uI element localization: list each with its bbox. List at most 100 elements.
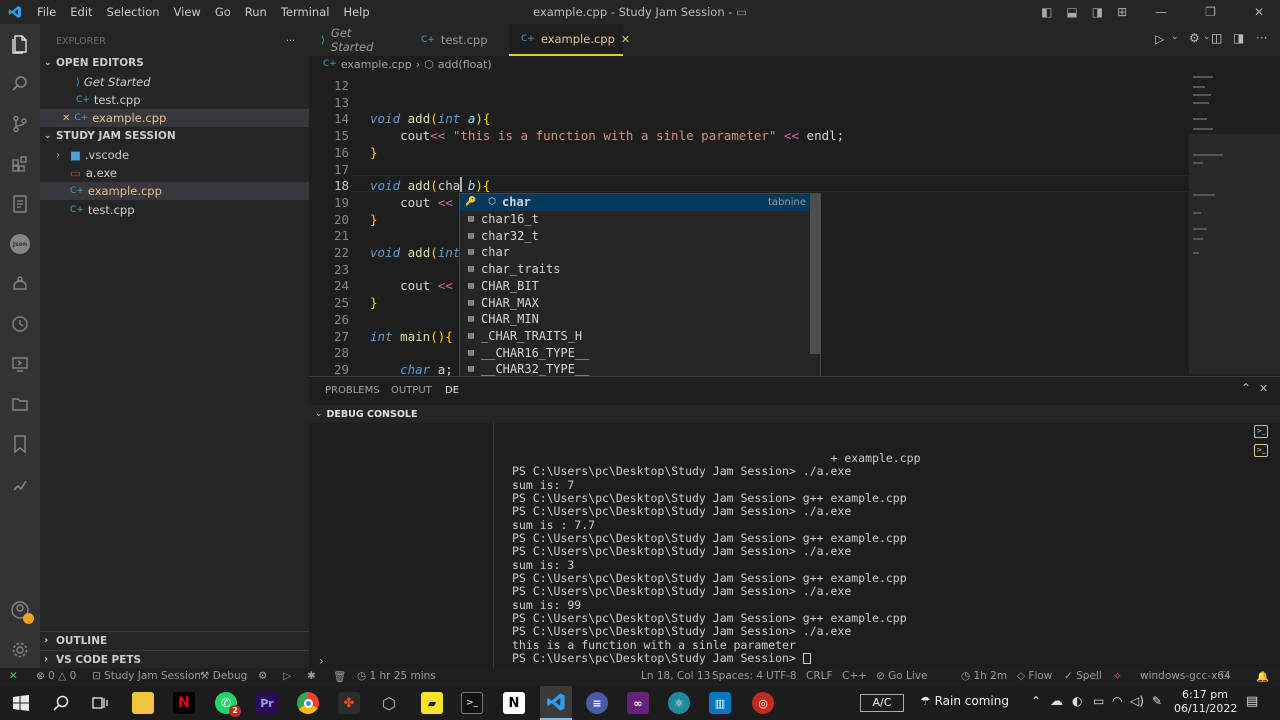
run-icon[interactable]: ▷ — [1155, 32, 1164, 46]
coding-time[interactable]: ◷ 1h 2m — [961, 670, 1007, 682]
open-editor-item[interactable]: ✕ C+ example.cpp — [40, 109, 309, 127]
cursor-position[interactable]: Ln 18, Col 13 — [641, 670, 710, 682]
whatsapp-icon[interactable]: ✆ 2 — [215, 692, 241, 717]
close-icon[interactable]: ✕ — [62, 113, 70, 124]
json-icon[interactable]: Json — [8, 232, 32, 256]
clock[interactable]: 6:17 pm 06/11/2022 — [1174, 688, 1237, 716]
extensions-icon[interactable] — [8, 152, 32, 176]
open-editor-item[interactable]: C+ test.cpp — [40, 91, 309, 109]
file-explorer-icon[interactable] — [132, 692, 154, 714]
chevron-right-icon[interactable]: › — [309, 654, 324, 668]
tab-problems[interactable]: PROBLEMS — [325, 385, 380, 396]
volume-icon[interactable]: ◁) — [1130, 694, 1144, 708]
virtualbox-icon[interactable]: ⚛ — [668, 692, 690, 714]
battery-icon[interactable]: ▭ — [1093, 694, 1104, 708]
trello-icon[interactable]: ▥ — [709, 692, 731, 714]
file-tree-item[interactable]: ▭ a.exe — [40, 164, 309, 182]
chevron-down-icon[interactable]: ⌄ — [1203, 32, 1211, 42]
suggest-item[interactable]: ▤ char16_t — [460, 211, 812, 228]
close-icon[interactable]: ✕ — [621, 33, 630, 46]
vscode-pets-header[interactable]: › VS CODE PETS — [40, 650, 309, 668]
chrome-icon[interactable] — [297, 692, 319, 714]
weather-widget[interactable]: ☂ Rain coming — [920, 694, 1009, 708]
more-actions-icon[interactable]: ··· — [1256, 31, 1267, 45]
debug-console-section-label[interactable]: DEBUG CONSOLE — [327, 409, 418, 420]
maximize-panel-icon[interactable]: ⌃ — [1241, 381, 1251, 395]
menu-help[interactable]: Help — [336, 5, 376, 19]
open-editors-header[interactable]: ⌄ OPEN EDITORS — [40, 54, 309, 72]
notebook-icon[interactable] — [8, 192, 32, 216]
minimap-slider[interactable] — [1189, 134, 1280, 374]
3d-viewer-icon[interactable]: ⬡ — [378, 692, 400, 714]
git-graph-icon[interactable] — [8, 472, 32, 496]
menu-edit[interactable]: Edit — [63, 5, 99, 19]
feedback-icon[interactable]: ⚇ — [1220, 670, 1229, 682]
terminal-active-icon[interactable]: >_ — [1254, 444, 1268, 457]
file-tree-item[interactable]: › ■ .vscode — [40, 146, 309, 164]
restore-button[interactable]: ❐ — [1205, 5, 1216, 19]
windows-start-icon[interactable] — [10, 692, 32, 714]
workspace-status[interactable]: ⊡ Study Jam Session — [92, 670, 201, 682]
chevron-up-icon[interactable]: ⌃ — [1031, 694, 1041, 708]
suggest-item[interactable]: ▤ CHAR_MIN — [460, 311, 812, 328]
split-editor-icon[interactable]: ◨ — [1233, 31, 1244, 45]
settings-gear-icon[interactable]: ⚙ — [1189, 31, 1200, 45]
netflix-icon[interactable]: N — [173, 692, 195, 714]
accounts-icon[interactable] — [8, 598, 34, 624]
customize-layout-icon[interactable]: ⊞ — [1117, 5, 1127, 19]
explorer-icon[interactable] — [8, 32, 32, 56]
language-mode[interactable]: C++ — [842, 670, 867, 682]
obs-icon[interactable]: ◎ — [752, 692, 774, 714]
tab-output[interactable]: OUTPUT — [391, 385, 432, 396]
notifications-bell-icon[interactable]: 🔔 — [1256, 670, 1269, 683]
go-live[interactable]: ⊘ Go Live — [876, 670, 927, 682]
terminal-powershell-icon[interactable]: >_ — [1254, 425, 1268, 438]
pen-icon[interactable]: ✎ — [1152, 694, 1162, 708]
terminal-output[interactable]: + example.cpp PS C:\Users\pc\Desktop\Stud… — [512, 451, 921, 666]
app-icon[interactable]: ≡ — [586, 692, 608, 714]
suggest-item[interactable]: ▤ __CHAR16_TYPE__ — [460, 344, 812, 361]
suggest-item[interactable]: 🔑 ⬡ char tabnine — [460, 194, 812, 211]
remote-explorer-icon[interactable] — [8, 352, 32, 376]
breadcrumb-file[interactable]: example.cpp — [341, 58, 412, 71]
suggest-item[interactable]: ▤ char — [460, 244, 812, 261]
menu-go[interactable]: Go — [208, 5, 238, 19]
close-window-button[interactable]: ✕ — [1254, 5, 1264, 19]
tab-get-started[interactable]: ⟩ Get Started — [309, 24, 409, 56]
run-icon[interactable]: ▷ — [283, 670, 291, 682]
workspace-header[interactable]: ⌄ STUDY JAM SESSION — [40, 127, 309, 145]
end-of-line[interactable]: CRLF — [806, 670, 833, 682]
language-icon[interactable]: ◐ — [1072, 694, 1082, 708]
remote-icon[interactable]: ✕ — [9, 670, 18, 682]
file-tree-item[interactable]: C+ test.cpp — [40, 201, 309, 219]
task-view-icon[interactable] — [89, 692, 111, 714]
menu-terminal[interactable]: Terminal — [274, 5, 337, 19]
more-actions-icon[interactable]: ··· — [286, 36, 295, 47]
source-control-icon[interactable] — [8, 112, 32, 136]
toggle-panel-icon[interactable]: ⬓ — [1066, 5, 1077, 19]
breadcrumb-symbol[interactable]: add(float) — [438, 58, 492, 71]
build-gear-icon[interactable]: ⚙ — [258, 670, 267, 682]
terminal-app-icon[interactable]: >_ — [461, 692, 483, 714]
timeline-icon[interactable] — [8, 312, 32, 336]
flow-status[interactable]: ◇ Flow — [1017, 670, 1052, 682]
debug-extension-icon[interactable] — [8, 272, 32, 296]
visual-studio-icon[interactable]: ∞ — [627, 692, 649, 714]
suggest-item[interactable]: ▤ CHAR_BIT — [460, 278, 812, 295]
compiler-config[interactable]: windows-gcc-x64 — [1140, 670, 1231, 682]
spell-status[interactable]: ✓ Spell — [1064, 670, 1102, 682]
bookmark-icon[interactable] — [8, 432, 32, 456]
open-changes-icon[interactable]: ◫ — [1211, 31, 1222, 45]
menu-selection[interactable]: Selection — [100, 5, 167, 19]
suggest-item[interactable]: ▤ char32_t — [460, 227, 812, 244]
tab-example-cpp[interactable]: C+ example.cpp ✕ — [509, 24, 630, 56]
debug-status[interactable]: ⚒ Debug — [200, 670, 247, 682]
suggest-scrollbar[interactable] — [810, 194, 820, 354]
encoding[interactable]: UTF-8 — [766, 670, 797, 682]
minimize-button[interactable]: — — [1155, 5, 1167, 19]
folder-icon[interactable] — [8, 392, 32, 416]
debug-run-icon[interactable]: ✱ — [307, 670, 316, 682]
open-editor-item[interactable]: ⟩ Get Started — [40, 73, 309, 91]
chevron-down-icon[interactable]: ⌄ — [1171, 32, 1179, 42]
search-icon[interactable] — [50, 692, 72, 714]
